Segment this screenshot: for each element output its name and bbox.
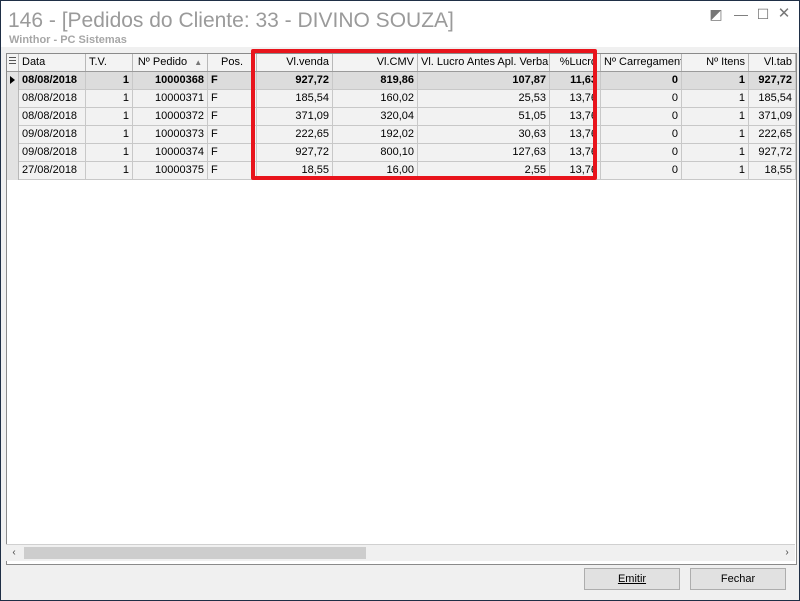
column-header-vl-tab[interactable]: Vl.tab <box>749 54 796 71</box>
scroll-left-icon[interactable]: ‹ <box>6 545 22 561</box>
cell-data[interactable]: 09/08/2018 <box>19 126 86 144</box>
scroll-right-icon[interactable]: › <box>779 545 795 561</box>
highlight-box <box>251 49 597 180</box>
row-indicator[interactable] <box>7 108 19 126</box>
column-header-pedido-label: Nº Pedido <box>137 56 188 68</box>
row-indicator[interactable] <box>7 90 19 108</box>
cell-carreg[interactable]: 0 <box>601 144 682 162</box>
cell-data[interactable]: 27/08/2018 <box>19 162 86 180</box>
cell-itens[interactable]: 1 <box>682 144 749 162</box>
cell-itens[interactable]: 1 <box>682 108 749 126</box>
cell-carreg[interactable]: 0 <box>601 126 682 144</box>
row-indicator[interactable] <box>7 162 19 180</box>
cell-vltab[interactable]: 18,55 <box>749 162 796 180</box>
cell-itens[interactable]: 1 <box>682 72 749 90</box>
window-subtitle: Winthor - PC Sistemas <box>9 34 127 46</box>
cell-pos[interactable]: F <box>208 126 257 144</box>
cell-pedido[interactable]: 10000375 <box>133 162 208 180</box>
cell-pos[interactable]: F <box>208 144 257 162</box>
cell-tv[interactable]: 1 <box>86 144 133 162</box>
column-header-pedido[interactable]: Nº Pedido ▲ <box>133 54 208 71</box>
column-header-tv[interactable]: T.V. <box>86 54 133 71</box>
cell-carreg[interactable]: 0 <box>601 108 682 126</box>
column-header-data[interactable]: Data <box>19 54 86 71</box>
pedidos-cliente-window: 146 - [Pedidos do Cliente: 33 - DIVINO S… <box>0 0 800 601</box>
cell-pos[interactable]: F <box>208 72 257 90</box>
close-icon[interactable]: ✕ <box>777 6 791 21</box>
cell-vltab[interactable]: 927,72 <box>749 144 796 162</box>
column-chooser-icon[interactable] <box>7 54 19 71</box>
cell-pedido[interactable]: 10000372 <box>133 108 208 126</box>
minimize-icon[interactable]: — <box>734 7 748 21</box>
cell-pos[interactable]: F <box>208 90 257 108</box>
maximize-icon[interactable]: ☐ <box>756 7 770 21</box>
cell-pedido[interactable]: 10000374 <box>133 144 208 162</box>
cell-data[interactable]: 08/08/2018 <box>19 108 86 126</box>
restore-icon[interactable]: ◩ <box>709 7 723 21</box>
cell-data[interactable]: 08/08/2018 <box>19 72 86 90</box>
title-bar: 146 - [Pedidos do Cliente: 33 - DIVINO S… <box>1 1 799 47</box>
cell-carreg[interactable]: 0 <box>601 162 682 180</box>
cell-vltab[interactable]: 222,65 <box>749 126 796 144</box>
emitir-button[interactable]: Emitir <box>584 568 680 590</box>
cell-pedido[interactable]: 10000373 <box>133 126 208 144</box>
cell-tv[interactable]: 1 <box>86 90 133 108</box>
cell-tv[interactable]: 1 <box>86 108 133 126</box>
row-indicator-arrow-icon[interactable] <box>7 72 19 90</box>
horizontal-scrollbar[interactable]: ‹ › <box>6 544 795 561</box>
scrollbar-thumb[interactable] <box>24 547 366 559</box>
sort-ascending-icon: ▲ <box>194 58 203 67</box>
column-header-pos[interactable]: Pos. <box>208 54 257 71</box>
column-header-itens[interactable]: Nº Itens <box>682 54 749 71</box>
cell-vltab[interactable]: 371,09 <box>749 108 796 126</box>
window-title: 146 - [Pedidos do Cliente: 33 - DIVINO S… <box>8 9 454 32</box>
cell-vltab[interactable]: 927,72 <box>749 72 796 90</box>
cell-pos[interactable]: F <box>208 162 257 180</box>
cell-tv[interactable]: 1 <box>86 72 133 90</box>
cell-pos[interactable]: F <box>208 108 257 126</box>
cell-itens[interactable]: 1 <box>682 90 749 108</box>
fechar-button[interactable]: Fechar <box>690 568 786 590</box>
cell-itens[interactable]: 1 <box>682 126 749 144</box>
cell-vltab[interactable]: 185,54 <box>749 90 796 108</box>
fechar-button-label: Fechar <box>720 573 756 585</box>
cell-data[interactable]: 08/08/2018 <box>19 90 86 108</box>
cell-carreg[interactable]: 0 <box>601 90 682 108</box>
row-indicator[interactable] <box>7 126 19 144</box>
row-indicator[interactable] <box>7 144 19 162</box>
cell-pedido[interactable]: 10000371 <box>133 90 208 108</box>
cell-carreg[interactable]: 0 <box>601 72 682 90</box>
cell-pedido[interactable]: 10000368 <box>133 72 208 90</box>
cell-itens[interactable]: 1 <box>682 162 749 180</box>
cell-data[interactable]: 09/08/2018 <box>19 144 86 162</box>
emitir-button-label: Emitir <box>617 573 647 585</box>
cell-tv[interactable]: 1 <box>86 126 133 144</box>
column-header-carregamento[interactable]: Nº Carregamento <box>601 54 682 71</box>
cell-tv[interactable]: 1 <box>86 162 133 180</box>
